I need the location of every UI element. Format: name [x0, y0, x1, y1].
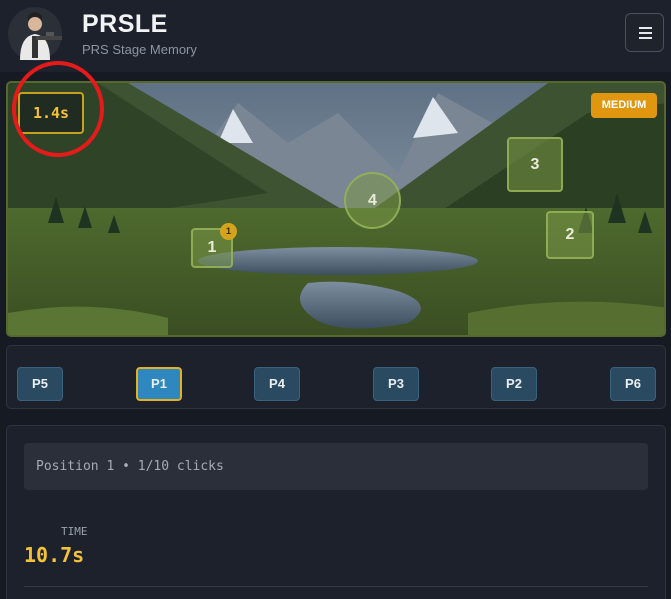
app-subtitle: PRS Stage Memory	[82, 42, 197, 57]
target-4[interactable]: 4	[344, 172, 401, 229]
position-button-p4[interactable]: P4	[254, 367, 300, 401]
hamburger-menu-icon	[639, 27, 652, 29]
divider	[24, 586, 648, 587]
position-button-p6[interactable]: P6	[610, 367, 656, 401]
difficulty-badge: MEDIUM	[591, 93, 657, 118]
target-label: 3	[530, 156, 540, 173]
time-value: 10.7s	[24, 543, 85, 567]
time-label: TIME	[61, 525, 88, 538]
menu-button[interactable]	[625, 13, 664, 52]
target-label: 1	[207, 239, 217, 256]
shooter-avatar-icon	[8, 7, 62, 61]
position-button-p5[interactable]: P5	[17, 367, 63, 401]
position-button-p3[interactable]: P3	[373, 367, 419, 401]
position-button-p1[interactable]: P1	[136, 367, 182, 401]
app-title: PRSLE	[82, 10, 168, 38]
annotation-highlight-circle	[12, 61, 104, 157]
stage-image[interactable]: 1.4s MEDIUM 1 1 2 3 4	[6, 81, 666, 337]
app-header: PRSLE PRS Stage Memory	[0, 0, 671, 72]
target-label: 4	[368, 192, 377, 209]
info-panel: Position 1 • 1/10 clicks TIME 10.7s	[6, 425, 666, 599]
position-selector: P5 P1 P4 P3 P2 P6	[6, 345, 666, 409]
mountain-lake-scene	[8, 83, 664, 335]
hit-count-badge: 1	[220, 223, 237, 240]
status-text: Position 1 • 1/10 clicks	[24, 443, 648, 490]
target-2[interactable]: 2	[546, 211, 594, 259]
position-button-p2[interactable]: P2	[491, 367, 537, 401]
target-label: 2	[565, 226, 575, 243]
target-3[interactable]: 3	[507, 137, 563, 192]
